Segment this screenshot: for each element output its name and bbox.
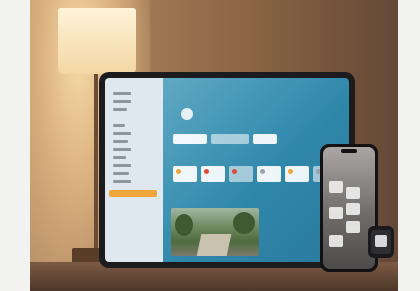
sidebar-item[interactable]	[113, 140, 128, 144]
lamp-shade	[58, 8, 136, 74]
phone-accessory-tile[interactable]	[329, 235, 343, 247]
sidebar-item[interactable]	[113, 180, 131, 184]
light-icon	[260, 169, 265, 174]
watch-accessory-tile[interactable]	[375, 235, 387, 247]
accessory-tile[interactable]	[173, 166, 197, 182]
sidebar-item[interactable]	[113, 156, 126, 160]
phone-notch	[341, 149, 357, 153]
scene-tile[interactable]	[211, 134, 249, 144]
accessory-tile[interactable]	[201, 166, 225, 182]
power-icon	[204, 169, 209, 174]
camera-image-path	[196, 234, 232, 256]
watch-screen	[371, 230, 391, 254]
power-icon	[232, 169, 237, 174]
phone-accessory-tile[interactable]	[346, 221, 360, 233]
sidebar-item-selected[interactable]	[109, 190, 157, 197]
sidebar-item[interactable]	[113, 108, 127, 112]
camera-image-tree	[233, 212, 255, 234]
phone-accessory-tile[interactable]	[329, 207, 343, 219]
laptop-screen	[105, 78, 349, 262]
photo-scene	[0, 0, 420, 291]
home-app-sidebar	[105, 78, 163, 262]
scene-tile[interactable]	[173, 134, 207, 144]
accessory-tile[interactable]	[229, 166, 253, 182]
thermostat-icon	[288, 169, 293, 174]
accessory-tile[interactable]	[285, 166, 309, 182]
laptop-device	[99, 72, 355, 268]
accessory-tile[interactable]	[257, 166, 281, 182]
status-icon	[181, 108, 193, 120]
camera-image-tree	[175, 214, 193, 236]
phone-accessory-tile[interactable]	[329, 181, 343, 193]
sidebar-item[interactable]	[113, 92, 131, 96]
phone-accessory-tile[interactable]	[346, 187, 360, 199]
watch-device	[368, 226, 394, 258]
sidebar-item[interactable]	[113, 148, 131, 152]
lamp-pole	[94, 74, 98, 274]
phone-accessory-tile[interactable]	[346, 203, 360, 215]
sidebar-item[interactable]	[113, 132, 131, 136]
light-icon	[176, 169, 181, 174]
sidebar-item[interactable]	[113, 124, 125, 128]
sidebar-item[interactable]	[113, 100, 131, 104]
camera-view[interactable]	[171, 208, 259, 256]
page-title	[173, 96, 233, 101]
scene-tile[interactable]	[253, 134, 277, 144]
frame-edge	[398, 0, 420, 291]
sidebar-item[interactable]	[113, 172, 129, 176]
sidebar-item[interactable]	[113, 164, 131, 168]
